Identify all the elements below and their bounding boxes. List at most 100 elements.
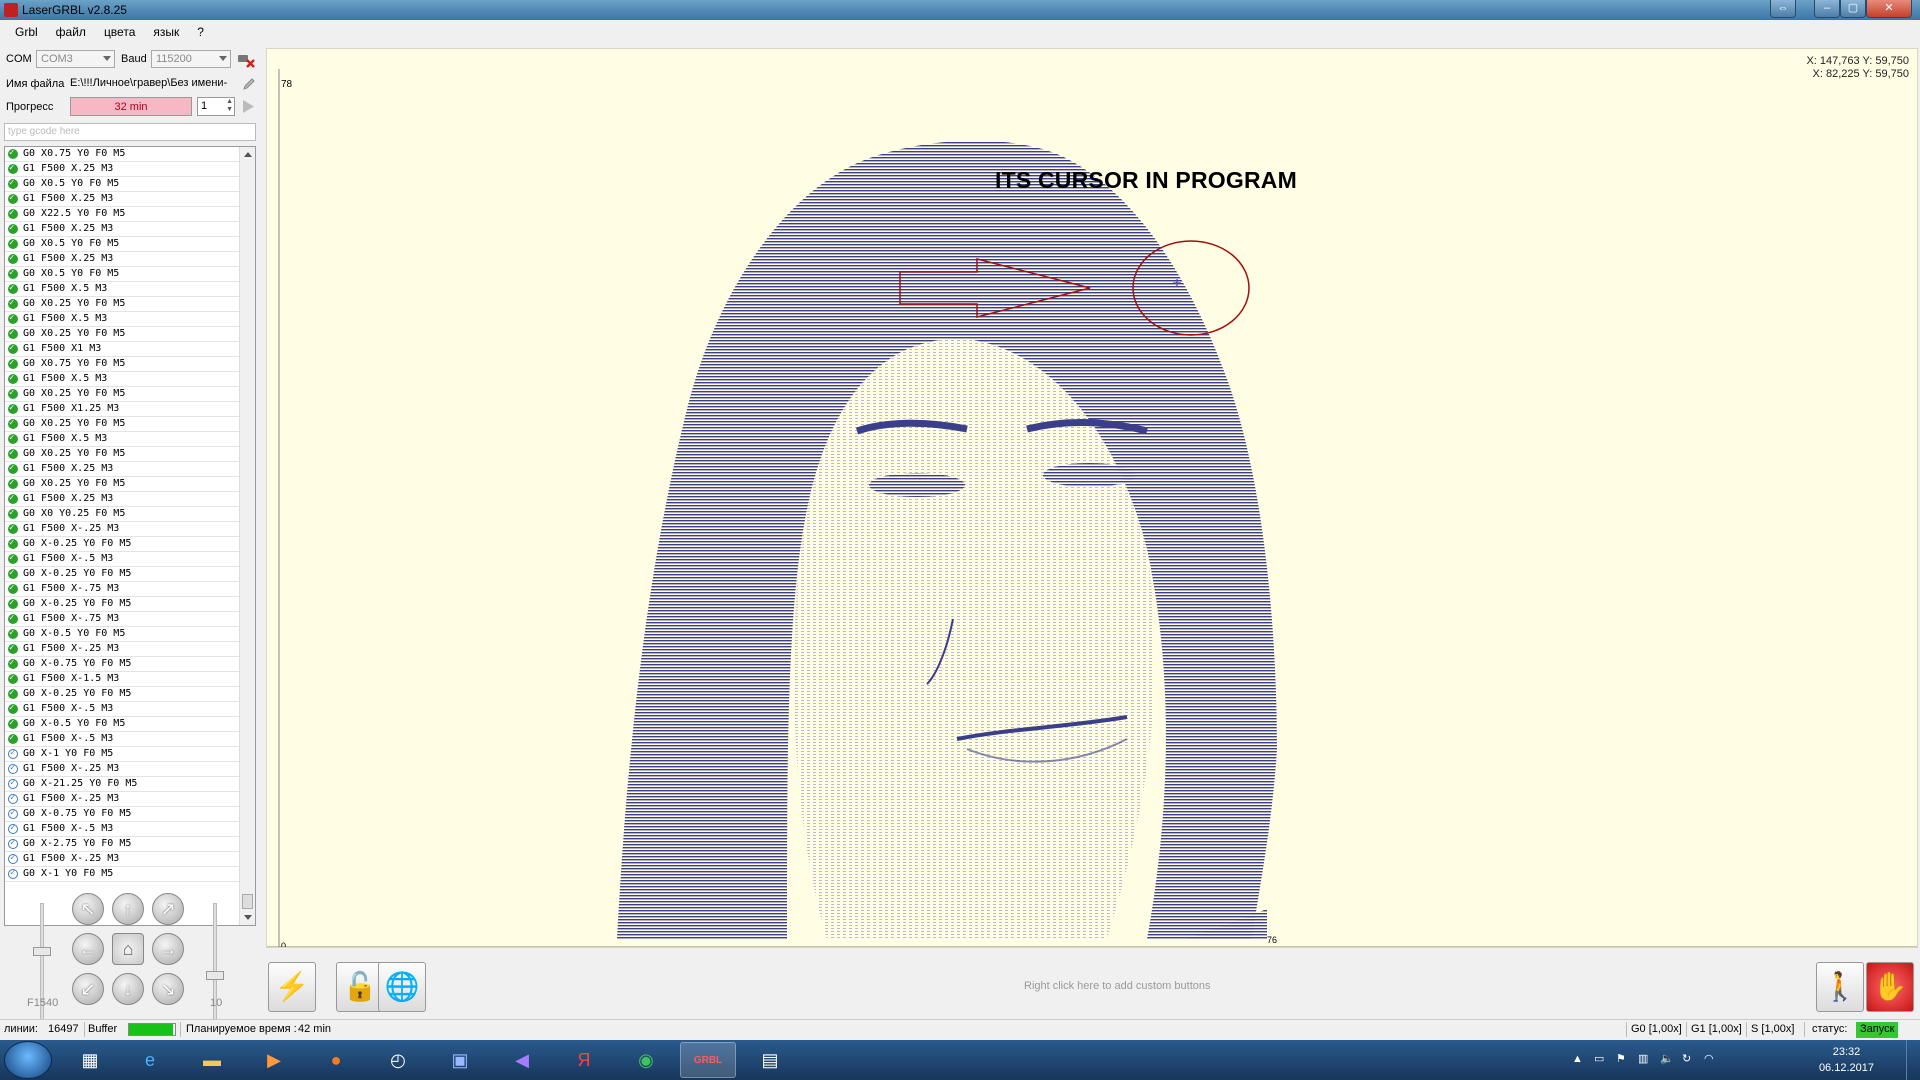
scroll-thumb[interactable]	[242, 894, 253, 909]
gcode-line[interactable]: G0 X0.75 Y0 F0 M5	[5, 147, 239, 162]
globe-button[interactable]: 🌐	[378, 962, 426, 1012]
jog-up-right-button[interactable]: ↗	[152, 893, 184, 925]
gcode-line[interactable]: G1 F500 X.5 M3	[5, 371, 239, 387]
tray-volume-icon[interactable]: 🔈	[1660, 1052, 1674, 1065]
taskbar-ie-icon[interactable]: e	[122, 1042, 178, 1078]
custom-buttons-bar[interactable]: ⚡ 🔓 🌐 Right click here to add custom but…	[266, 958, 1918, 1016]
taskbar-firefox-icon[interactable]: ●	[308, 1042, 364, 1078]
gcode-line[interactable]: G0 X0.25 Y0 F0 M5	[5, 386, 239, 402]
baud-rate-select[interactable]: 115200	[151, 50, 231, 68]
reset-button[interactable]: ⚡	[268, 962, 316, 1012]
tray-arrow-icon[interactable]: ▲	[1572, 1053, 1583, 1065]
step-slider-thumb[interactable]	[206, 971, 224, 980]
restore-size-button[interactable]: ⇔	[1770, 0, 1796, 18]
gcode-line[interactable]: G1 F500 X.25 M3	[5, 191, 239, 207]
gcode-line[interactable]: G0 X-0.25 Y0 F0 M5	[5, 596, 239, 612]
taskbar-media-icon[interactable]: ▶	[246, 1042, 302, 1078]
gcode-line[interactable]: G1 F500 X.25 M3	[5, 491, 239, 507]
gcode-line[interactable]: G0 X-1 Y0 F0 M5	[5, 746, 239, 762]
gcode-line[interactable]: G0 X-0.75 Y0 F0 M5	[5, 656, 239, 672]
gcode-line[interactable]: G1 F500 X-1.5 M3	[5, 671, 239, 687]
gcode-line[interactable]: G1 F500 X1.25 M3	[5, 401, 239, 417]
gcode-line[interactable]: G0 X-0.25 Y0 F0 M5	[5, 536, 239, 552]
gcode-line[interactable]: G0 X0 Y0.25 F0 M5	[5, 506, 239, 522]
show-desktop-button[interactable]	[1906, 1040, 1920, 1080]
tray-keyboard-icon[interactable]: ▭	[1594, 1052, 1604, 1065]
gcode-line[interactable]: G0 X-0.75 Y0 F0 M5	[5, 806, 239, 822]
gcode-line[interactable]: G1 F500 X-.5 M3	[5, 701, 239, 717]
jog-down-button[interactable]: ↓	[112, 973, 144, 1005]
gcode-line[interactable]: G1 F500 X-.75 M3	[5, 581, 239, 597]
preview-canvas[interactable]: 78 0 76 X: 147,763 Y: 59,750 X: 82,225 Y…	[266, 48, 1918, 948]
taskbar-calc2-icon[interactable]: ▤	[742, 1042, 798, 1078]
gcode-line[interactable]: G0 X0.75 Y0 F0 M5	[5, 356, 239, 372]
menu-language[interactable]: язык	[144, 25, 188, 39]
taskbar-vs-icon[interactable]: ◀	[494, 1042, 550, 1078]
gcode-line[interactable]: G0 X-0.25 Y0 F0 M5	[5, 566, 239, 582]
gcode-line[interactable]: G0 X-1 Y0 F0 M5	[5, 866, 239, 882]
start-button[interactable]	[4, 1041, 52, 1079]
step-slider[interactable]	[213, 903, 217, 1031]
home-button[interactable]: ⌂	[112, 933, 144, 965]
stop-button[interactable]: ✋	[1866, 962, 1914, 1012]
gcode-line[interactable]: G1 F500 X.5 M3	[5, 281, 239, 297]
taskbar-calculator-icon[interactable]: ▦	[62, 1042, 118, 1078]
jog-down-left-button[interactable]: ↙	[72, 973, 104, 1005]
gcode-line[interactable]: G0 X0.5 Y0 F0 M5	[5, 266, 239, 282]
gcode-line[interactable]: G1 F500 X-.5 M3	[5, 551, 239, 567]
gcode-line[interactable]: G1 F500 X.5 M3	[5, 431, 239, 447]
menu-help[interactable]: ?	[188, 25, 213, 39]
jog-left-button[interactable]: ←	[72, 933, 104, 965]
speed-slider[interactable]	[40, 903, 44, 1031]
tray-wifi-icon[interactable]: ◠	[1704, 1052, 1714, 1065]
gcode-line[interactable]: G0 X0.25 Y0 F0 M5	[5, 446, 239, 462]
gcode-line[interactable]: G1 F500 X.25 M3	[5, 251, 239, 267]
gcode-line[interactable]: G1 F500 X.5 M3	[5, 311, 239, 327]
menu-grbl[interactable]: Grbl	[6, 25, 47, 39]
gcode-line[interactable]: G1 F500 X-.75 M3	[5, 611, 239, 627]
gcode-line[interactable]: G0 X0.25 Y0 F0 M5	[5, 296, 239, 312]
menu-file[interactable]: файл	[47, 25, 95, 39]
gcode-line[interactable]: G1 F500 X-.25 M3	[5, 521, 239, 537]
gcode-line[interactable]: G1 F500 X1 M3	[5, 341, 239, 357]
gcode-line[interactable]: G1 F500 X.25 M3	[5, 161, 239, 177]
gcode-line[interactable]: G1 F500 X.25 M3	[5, 461, 239, 477]
run-button[interactable]	[240, 98, 256, 115]
g0-override[interactable]: G0 [1,00x]	[1631, 1023, 1682, 1035]
com-port-select[interactable]: COM3	[36, 50, 115, 68]
gcode-line[interactable]: G1 F500 X.25 M3	[5, 221, 239, 237]
taskbar-floppy-icon[interactable]: ▣	[432, 1042, 488, 1078]
gcode-line[interactable]: G0 X-0.5 Y0 F0 M5	[5, 716, 239, 732]
connect-button[interactable]	[236, 49, 256, 69]
taskbar-explorer-icon[interactable]: ▬	[184, 1042, 240, 1078]
clock[interactable]: 23:32 06.12.2017	[1819, 1044, 1874, 1076]
gcode-list[interactable]: G0 X0.75 Y0 F0 M5 G1 F500 X.25 M3 G0 X0.5 …	[4, 146, 256, 926]
jog-up-left-button[interactable]: ↖	[72, 893, 104, 925]
copies-stepper[interactable]: 1 ▲ ▼	[197, 97, 235, 116]
taskbar-yandex-icon[interactable]: Я	[556, 1042, 612, 1078]
gcode-line[interactable]: G0 X0.5 Y0 F0 M5	[5, 176, 239, 192]
gcode-line[interactable]: G0 X-2.75 Y0 F0 M5	[5, 836, 239, 852]
gcode-line[interactable]: G0 X22.5 Y0 F0 M5	[5, 206, 239, 222]
close-button[interactable]: ✕	[1866, 0, 1912, 18]
scroll-up-icon[interactable]	[244, 152, 252, 157]
maximize-button[interactable]: ▢	[1840, 0, 1866, 18]
gcode-line[interactable]: G1 F500 X-.5 M3	[5, 731, 239, 747]
s-override[interactable]: S [1,00x]	[1751, 1023, 1794, 1035]
scroll-down-icon[interactable]	[244, 915, 252, 920]
unlock-button[interactable]: 🔓	[336, 962, 384, 1012]
gcode-line[interactable]: G0 X-0.25 Y0 F0 M5	[5, 686, 239, 702]
menu-colors[interactable]: цвета	[95, 25, 144, 39]
gcode-line[interactable]: G1 F500 X-.25 M3	[5, 791, 239, 807]
taskbar-clock-app-icon[interactable]: ◴	[370, 1042, 426, 1078]
gcode-line[interactable]: G0 X0.5 Y0 F0 M5	[5, 236, 239, 252]
gcode-line[interactable]: G1 F500 X-.25 M3	[5, 761, 239, 777]
edit-file-button[interactable]	[242, 77, 256, 91]
gcode-line[interactable]: G0 X0.25 Y0 F0 M5	[5, 326, 239, 342]
gcode-input[interactable]: type gcode here	[4, 123, 256, 141]
jog-right-button[interactable]: →	[152, 933, 184, 965]
taskbar-lasergrbl-icon[interactable]: GRBL	[680, 1042, 736, 1078]
tray-network-icon[interactable]: ▥	[1638, 1052, 1648, 1065]
jog-down-right-button[interactable]: ↘	[152, 973, 184, 1005]
gcode-line[interactable]: G0 X0.25 Y0 F0 M5	[5, 476, 239, 492]
